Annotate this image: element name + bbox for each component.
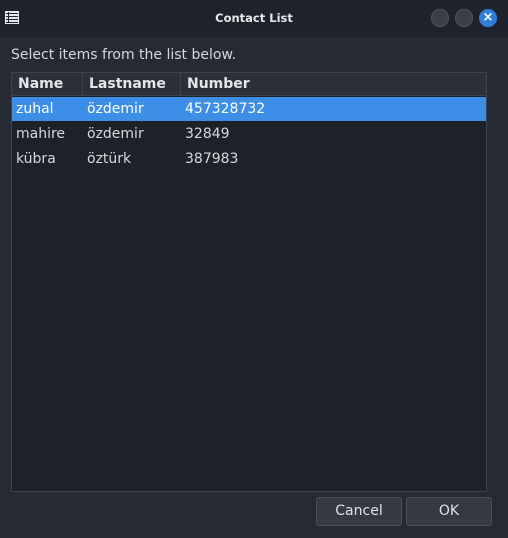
cancel-button[interactable]: Cancel	[316, 497, 402, 526]
table-row[interactable]: mahire özdemir 32849	[12, 122, 486, 146]
instruction-text: Select items from the list below.	[11, 47, 237, 63]
close-icon: ×	[482, 10, 494, 25]
cell-number: 457328732	[185, 101, 266, 117]
cell-lastname: öztürk	[87, 151, 132, 167]
title-bar: Contact List ×	[0, 0, 508, 37]
table-header: Name Lastname Number	[12, 73, 486, 96]
cell-number: 32849	[185, 126, 230, 142]
column-header-number[interactable]: Number	[181, 73, 486, 95]
table-row[interactable]: kübra öztürk 387983	[12, 147, 486, 171]
minimize-button[interactable]	[431, 9, 449, 27]
contact-list-dialog: Contact List × Select items from the lis…	[0, 0, 508, 538]
contact-table[interactable]: Name Lastname Number zuhal özdemir 45732…	[11, 72, 487, 492]
table-row[interactable]: zuhal özdemir 457328732	[12, 97, 486, 121]
cell-name: mahire	[16, 126, 66, 142]
maximize-button[interactable]	[455, 9, 473, 27]
close-button[interactable]: ×	[479, 9, 497, 27]
column-header-lastname[interactable]: Lastname	[83, 73, 181, 95]
cell-name: kübra	[16, 151, 56, 167]
cell-name: zuhal	[16, 101, 54, 117]
ok-button[interactable]: OK	[406, 497, 492, 526]
cell-lastname: özdemir	[87, 126, 144, 142]
cell-lastname: özdemir	[87, 101, 144, 117]
cell-number: 387983	[185, 151, 239, 167]
column-header-name[interactable]: Name	[12, 73, 83, 95]
